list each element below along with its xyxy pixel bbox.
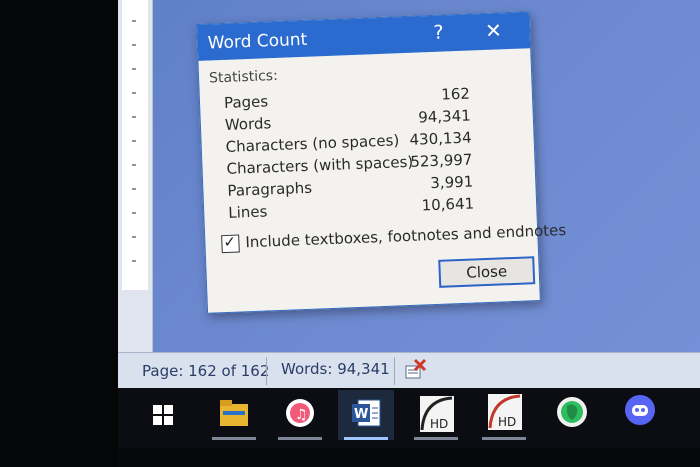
status-divider bbox=[394, 357, 395, 385]
include-textboxes-label[interactable]: Include textboxes, footnotes and endnote… bbox=[245, 221, 566, 251]
discord-icon bbox=[624, 394, 656, 430]
windows-start-icon bbox=[153, 405, 173, 429]
start-button[interactable] bbox=[134, 390, 190, 440]
stat-value: 10,641 bbox=[421, 194, 475, 215]
stat-name: Pages bbox=[223, 92, 269, 112]
status-divider bbox=[266, 357, 267, 385]
svg-text:HD: HD bbox=[498, 415, 516, 429]
taskbar-word[interactable]: W bbox=[338, 390, 394, 440]
close-button[interactable]: Close bbox=[438, 256, 536, 288]
taskbar-hd-app-2[interactable]: HD bbox=[476, 390, 532, 440]
taskbar-file-explorer[interactable] bbox=[206, 390, 262, 440]
stat-value: 430,134 bbox=[409, 128, 472, 149]
taskbar: ♫ W HD HD bbox=[118, 388, 700, 448]
ruler-tick bbox=[132, 188, 136, 190]
ruler-tick bbox=[132, 20, 136, 22]
ruler-tick bbox=[132, 236, 136, 238]
taskbar-itunes[interactable]: ♫ bbox=[272, 390, 328, 440]
word-count-indicator[interactable]: Words: 94,341 bbox=[281, 360, 390, 378]
ruler-tick bbox=[132, 212, 136, 214]
statistics-label: Statistics: bbox=[208, 67, 279, 87]
ruler-tick bbox=[132, 116, 136, 118]
word-icon: W bbox=[352, 398, 382, 432]
active-indicator bbox=[344, 437, 388, 440]
ruler-tick bbox=[132, 140, 136, 142]
stat-value: 523,997 bbox=[410, 150, 473, 171]
hd-app-icon: HD bbox=[420, 396, 454, 436]
close-icon[interactable]: ✕ bbox=[481, 18, 506, 43]
vertical-ruler bbox=[118, 0, 153, 360]
hd-app-icon: HD bbox=[488, 394, 522, 434]
ruler-tick bbox=[132, 164, 136, 166]
stat-value: 3,991 bbox=[429, 172, 474, 193]
status-bar: Page: 162 of 162 Words: 94,341 bbox=[118, 352, 700, 389]
dialog-body: Statistics: Pages 162 Words 94,341 Chara… bbox=[198, 48, 566, 313]
monitor-bezel bbox=[0, 0, 118, 467]
stat-value: 162 bbox=[440, 84, 471, 104]
svg-text:HD: HD bbox=[430, 417, 448, 431]
include-textboxes-checkbox[interactable]: ✓ bbox=[221, 232, 240, 254]
taskbar-hd-app[interactable]: HD bbox=[408, 390, 464, 440]
taskbar-evernote[interactable] bbox=[544, 390, 600, 440]
evernote-icon bbox=[556, 396, 588, 432]
running-indicator bbox=[482, 437, 526, 440]
stat-name: Lines bbox=[227, 202, 268, 222]
help-icon[interactable]: ? bbox=[427, 21, 450, 44]
running-indicator bbox=[414, 437, 458, 440]
taskbar-discord[interactable] bbox=[612, 390, 668, 440]
ruler-tick bbox=[132, 44, 136, 46]
ruler-tick bbox=[132, 260, 136, 262]
itunes-icon: ♫ bbox=[285, 398, 315, 432]
page-indicator[interactable]: Page: 162 of 162 bbox=[142, 362, 269, 380]
stat-value: 94,341 bbox=[417, 106, 472, 127]
dialog-title: Word Count bbox=[207, 29, 308, 54]
word-count-dialog: Word Count ? ✕ Statistics: Pages 162 Wor… bbox=[196, 11, 566, 314]
include-textboxes-option[interactable]: ✓ Include textboxes, footnotes and endno… bbox=[221, 221, 566, 256]
stat-name: Paragraphs bbox=[227, 178, 313, 200]
svg-text:♫: ♫ bbox=[295, 407, 308, 423]
stat-name: Words bbox=[224, 114, 272, 134]
running-indicator bbox=[212, 437, 256, 440]
running-indicator bbox=[278, 437, 322, 440]
proofing-icon[interactable] bbox=[403, 358, 427, 382]
file-explorer-icon bbox=[220, 400, 248, 430]
ruler-tick bbox=[132, 92, 136, 94]
ruler-tick bbox=[132, 68, 136, 70]
svg-text:W: W bbox=[354, 407, 368, 422]
check-icon: ✓ bbox=[223, 232, 237, 252]
